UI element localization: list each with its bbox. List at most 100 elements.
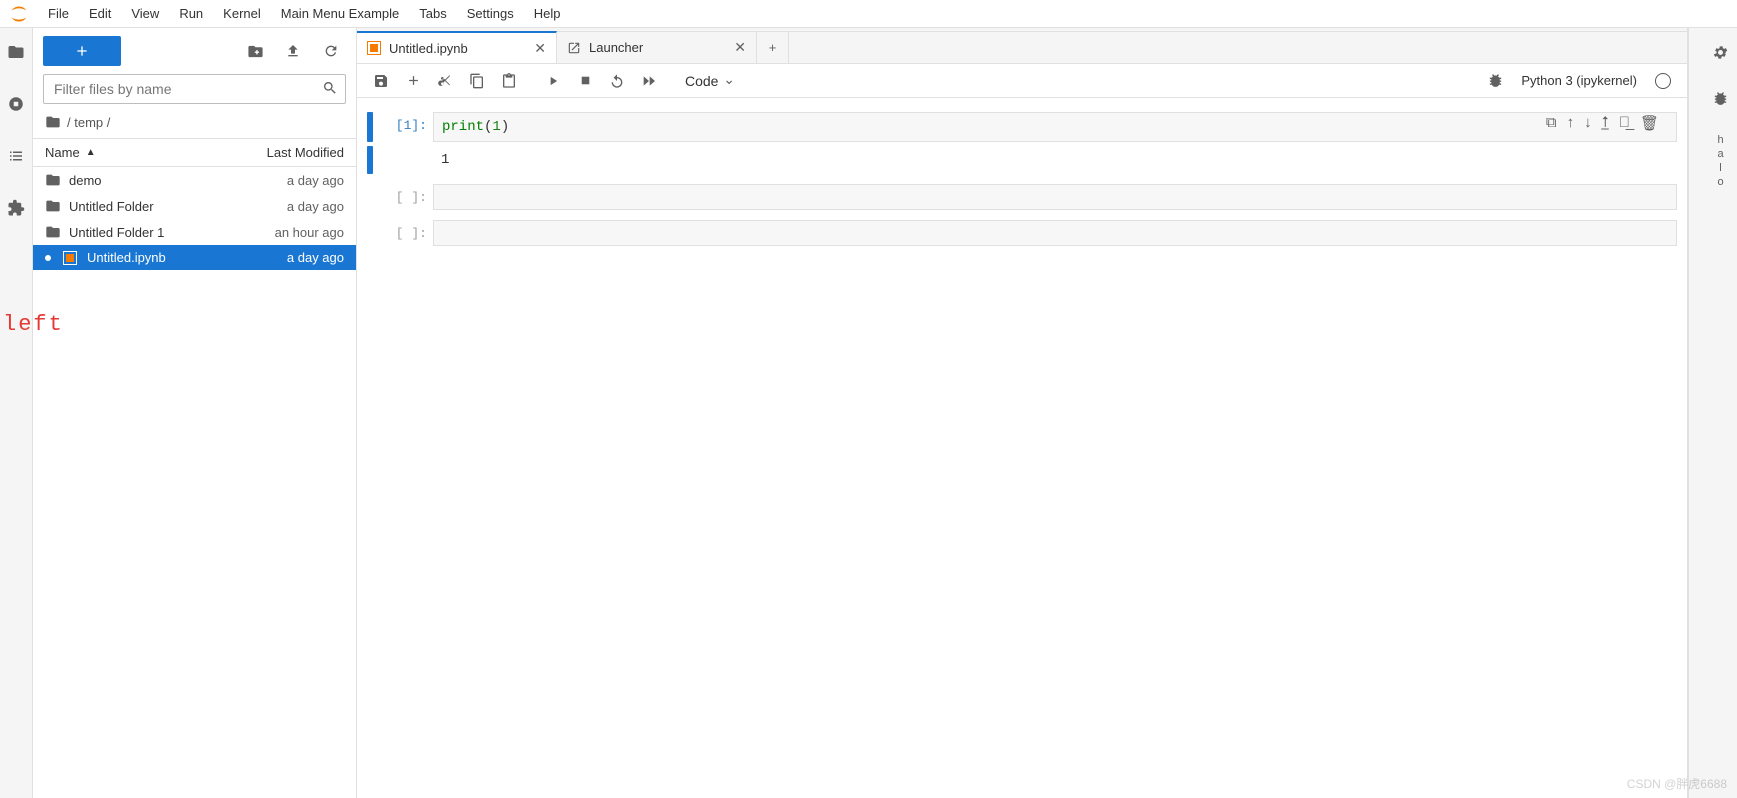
file-modified: an hour ago <box>275 225 344 240</box>
notebook-icon <box>367 41 381 55</box>
breadcrumb[interactable]: / temp / <box>33 110 356 138</box>
cell-type-select[interactable]: Code <box>679 71 739 91</box>
cell-prompt: [1]: <box>377 112 433 142</box>
cell-input[interactable] <box>433 184 1677 210</box>
cell-output: 1 <box>433 146 457 174</box>
upload-button[interactable] <box>278 36 308 66</box>
move-up-icon[interactable]: ↑ <box>1567 114 1575 132</box>
cell-prompt: [ ]: <box>377 184 433 210</box>
tab-notebook[interactable]: Untitled.ipynb ✕ <box>357 31 557 63</box>
notebook-icon <box>63 251 79 265</box>
file-row-folder[interactable]: demo a day ago <box>33 167 356 193</box>
file-browser-sidebar: / temp / Name ▲ Last Modified demo a day… <box>33 28 357 798</box>
code-cell[interactable]: [ ]: <box>367 220 1677 246</box>
close-tab-icon[interactable]: ✕ <box>534 40 546 57</box>
running-icon[interactable] <box>6 94 26 114</box>
cut-button[interactable] <box>431 68 459 94</box>
duplicate-cell-icon[interactable]: ⧉ <box>1546 114 1557 132</box>
cell-output-prompt <box>377 146 433 174</box>
menu-run[interactable]: Run <box>169 2 213 25</box>
file-modified: a day ago <box>287 173 344 188</box>
new-folder-button[interactable] <box>240 36 270 66</box>
activity-bar <box>0 28 33 798</box>
paste-button[interactable] <box>495 68 523 94</box>
close-tab-icon[interactable]: ✕ <box>734 39 746 56</box>
folder-icon <box>45 114 61 130</box>
cell-collapse-bar[interactable] <box>367 146 373 174</box>
filebrowser-icon[interactable] <box>6 42 26 62</box>
right-panel-label[interactable]: halo <box>1715 134 1727 190</box>
scrollbar[interactable] <box>1688 28 1704 798</box>
menubar: File Edit View Run Kernel Main Menu Exam… <box>0 0 1737 28</box>
property-inspector-icon[interactable] <box>1711 42 1731 62</box>
new-launcher-button[interactable] <box>43 36 121 66</box>
insert-cell-button[interactable] <box>399 68 427 94</box>
kernel-name[interactable]: Python 3 (ipykernel) <box>1513 73 1645 88</box>
menu-mainmenu-example[interactable]: Main Menu Example <box>271 2 410 25</box>
folder-icon <box>45 172 61 188</box>
menu-settings[interactable]: Settings <box>457 2 524 25</box>
file-list-header: Name ▲ Last Modified <box>33 138 356 167</box>
column-name[interactable]: Name <box>45 145 80 160</box>
debugger-panel-icon[interactable] <box>1711 88 1731 108</box>
save-button[interactable] <box>367 68 395 94</box>
folder-icon <box>45 224 61 240</box>
toc-icon[interactable] <box>6 146 26 166</box>
file-browser-toolbar <box>33 28 356 74</box>
kernel-status-icon[interactable] <box>1655 73 1671 89</box>
sort-asc-icon: ▲ <box>86 147 96 158</box>
refresh-button[interactable] <box>316 36 346 66</box>
file-row-notebook[interactable]: Untitled.ipynb a day ago <box>33 245 356 270</box>
restart-run-all-button[interactable] <box>635 68 663 94</box>
menu-help[interactable]: Help <box>524 2 571 25</box>
tab-label: Untitled.ipynb <box>389 41 468 56</box>
file-row-folder[interactable]: Untitled Folder 1 an hour ago <box>33 219 356 245</box>
cell-output-row: 1 <box>367 146 1677 174</box>
menu-edit[interactable]: Edit <box>79 2 121 25</box>
code-cell[interactable]: [ ]: <box>367 184 1677 210</box>
notebook-content: main [1]: print(1) ⧉ ↑ ↓ ⭡̲ ⭳̲ 🗑 <box>357 98 1687 798</box>
copy-button[interactable] <box>463 68 491 94</box>
file-modified: a day ago <box>287 199 344 214</box>
running-indicator-icon <box>45 255 51 261</box>
launcher-icon <box>567 41 581 55</box>
right-sidebar: halo right <box>1704 28 1737 798</box>
file-name: Untitled Folder <box>69 199 154 214</box>
jupyter-logo <box>8 3 30 25</box>
folder-icon <box>45 198 61 214</box>
menu-tabs[interactable]: Tabs <box>409 2 456 25</box>
cell-input[interactable]: print(1) <box>433 112 1677 142</box>
main-area: Untitled.ipynb ✕ Launcher ✕ + <box>357 28 1688 798</box>
breadcrumb-path[interactable]: / temp / <box>67 115 110 130</box>
cell-input[interactable] <box>433 220 1677 246</box>
restart-button[interactable] <box>603 68 631 94</box>
tab-launcher[interactable]: Launcher ✕ <box>557 32 757 63</box>
cell-prompt: [ ]: <box>377 220 433 246</box>
watermark: CSDN @胖虎6688 <box>1627 775 1727 792</box>
filter-files-input[interactable] <box>43 74 346 104</box>
file-modified: a day ago <box>287 250 344 265</box>
insert-above-icon[interactable]: ⭡̲ <box>1602 114 1609 132</box>
debugger-button[interactable] <box>1481 68 1509 94</box>
tab-label: Launcher <box>589 40 643 55</box>
extensions-icon[interactable] <box>6 198 26 218</box>
menu-view[interactable]: View <box>121 2 169 25</box>
code-cell[interactable]: [1]: print(1) <box>367 112 1677 142</box>
menu-file[interactable]: File <box>38 2 79 25</box>
search-icon <box>322 80 338 96</box>
add-tab-button[interactable]: + <box>757 32 789 63</box>
file-list: demo a day ago Untitled Folder a day ago… <box>33 167 356 798</box>
notebook-toolbar: Code Python 3 (ipykernel) <box>357 64 1687 98</box>
delete-cell-icon[interactable]: 🗑 <box>1640 114 1659 132</box>
interrupt-button[interactable] <box>571 68 599 94</box>
file-row-folder[interactable]: Untitled Folder a day ago <box>33 193 356 219</box>
column-modified[interactable]: Last Modified <box>267 145 344 160</box>
run-button[interactable] <box>539 68 567 94</box>
cell-collapse-bar[interactable] <box>367 112 373 142</box>
menu-kernel[interactable]: Kernel <box>213 2 271 25</box>
insert-below-icon[interactable]: ⭳̲ <box>1619 114 1630 132</box>
file-name: Untitled Folder 1 <box>69 225 164 240</box>
file-name: Untitled.ipynb <box>87 250 166 265</box>
tab-bar: Untitled.ipynb ✕ Launcher ✕ + <box>357 32 1687 64</box>
move-down-icon[interactable]: ↓ <box>1584 114 1592 132</box>
